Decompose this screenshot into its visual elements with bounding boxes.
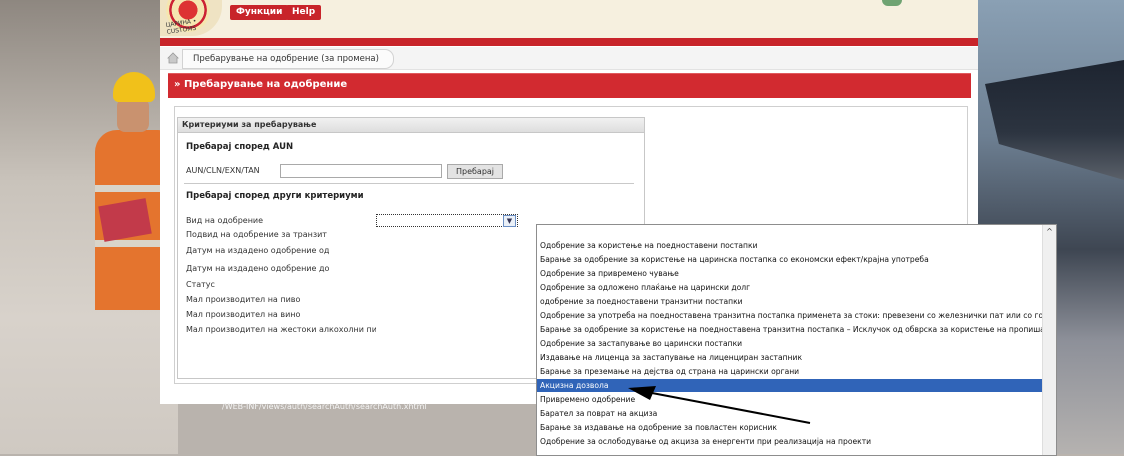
home-icon[interactable] — [166, 51, 180, 65]
criteria-label-wine-producer: Мал производител на вино — [186, 310, 301, 319]
customs-logo: ЦАРИНА • CUSTOMS — [160, 0, 222, 36]
search-button[interactable]: Пребарај — [447, 164, 503, 179]
dropdown-option[interactable]: Привремено одобрение — [537, 393, 1045, 406]
criteria-label-spirits-producer: Мал производител на жестоки алкохолни пи… — [186, 325, 376, 334]
criteria-label-date-from: Датум на издадено одобрение од — [186, 246, 330, 255]
dropdown-option[interactable]: Одобрение за употреба на поедноставена т… — [537, 309, 1045, 322]
dropdown-scrollbar[interactable]: ^ — [1042, 225, 1056, 455]
header-divider — [160, 38, 978, 46]
breadcrumb-item[interactable]: Пребарување на одобрение (за промена) — [182, 49, 394, 69]
dropdown-option[interactable]: Барање за одобрение за користење на цари… — [537, 253, 1045, 266]
chevron-down-icon[interactable]: ▼ — [503, 215, 516, 227]
dropdown-option[interactable]: одобрение за поедноставени транзитни пос… — [537, 295, 1045, 308]
dropdown-option[interactable]: Одобрение за привремено чување — [537, 267, 1045, 280]
page-title-bar: » Пребарување на одобрение — [168, 73, 971, 98]
dropdown-option[interactable]: Барање за преземање на дејства од страна… — [537, 365, 1045, 378]
dropdown-option[interactable]: Одобрение за одложено плаќање на царинск… — [537, 281, 1045, 294]
dropdown-option[interactable]: Барател за поврат на акциза — [537, 407, 1045, 420]
dropdown-option[interactable]: Одобрение за застапување во царински пос… — [537, 337, 1045, 350]
dropdown-option[interactable]: Барање за одобрение за користење на поед… — [537, 323, 1045, 336]
dropdown-option[interactable]: Одобрение за користење на поедноставени … — [537, 239, 1045, 252]
dropdown-option[interactable]: Барање за издавање на одобрение за повла… — [537, 421, 1045, 434]
dropdown-option-empty[interactable] — [537, 225, 1045, 238]
section-aun-title: Пребарај според AUN — [186, 142, 294, 152]
criteria-label-auth-type: Вид на одобрение — [186, 216, 264, 225]
dropdown-option[interactable]: Одобрение за ослободување од акциза за е… — [537, 435, 1045, 448]
page-title: » Пребарување на одобрение — [174, 79, 348, 90]
criteria-label-beer-producer: Мал производител на пиво — [186, 295, 301, 304]
auth-type-dropdown-list[interactable]: Одобрение за користење на поедноставени … — [536, 224, 1057, 456]
panel-title: Критериуми за пребарување — [178, 118, 644, 133]
aun-input[interactable] — [280, 164, 442, 178]
dropdown-option[interactable]: Издавање на лиценца за застапување на ли… — [537, 351, 1045, 364]
footer-path: /WEB-INF/views/auth/searchAuth/searchAut… — [222, 402, 427, 411]
header-decoration — [882, 0, 902, 6]
dropdown-option-selected[interactable]: Акцизна дозвола — [537, 379, 1045, 392]
breadcrumb: Пребарување на одобрение (за промена) — [160, 47, 978, 70]
criteria-label-status: Статус — [186, 280, 215, 289]
criteria-label-transit-subtype: Подвид на одобрение за транзит — [186, 230, 327, 239]
chevron-up-icon[interactable]: ^ — [1044, 226, 1055, 237]
section-divider — [184, 183, 634, 184]
auth-type-select[interactable]: ▼ — [376, 214, 518, 227]
functions-button[interactable]: Функции — [230, 5, 289, 20]
section-other-title: Пребарај според други критериуми — [186, 191, 364, 201]
help-button[interactable]: Help — [286, 5, 322, 20]
aun-label: AUN/CLN/EXN/TAN — [186, 166, 260, 175]
app-header: ЦАРИНА • CUSTOMS Функции Help — [160, 0, 978, 38]
criteria-label-date-to: Датум на издадено одобрение до — [186, 264, 330, 273]
